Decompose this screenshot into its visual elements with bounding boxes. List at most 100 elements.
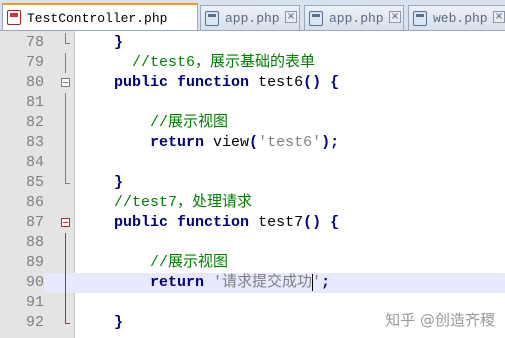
line-number: 78 (25, 34, 44, 51)
operator-token: ; (321, 274, 331, 291)
code-line[interactable]: 79 //test6，展示基础的表单 (0, 53, 505, 73)
code-text: public function test6() { (78, 73, 339, 93)
line-number: 84 (25, 154, 44, 171)
tab-label: app.php (329, 11, 384, 26)
php-file-icon (7, 10, 21, 25)
code-text: public function test7() { (78, 213, 339, 233)
keyword-token: return (150, 274, 205, 291)
line-number: 80 (25, 74, 44, 91)
code-line[interactable]: 89 //展示视图 (0, 253, 505, 273)
code-text: } (78, 33, 123, 53)
fold-guide (61, 173, 70, 193)
comment-token: //test7，处理请求 (114, 194, 253, 211)
code-line[interactable]: 88 (0, 233, 505, 253)
line-number: 81 (25, 94, 44, 111)
line-number: 87 (25, 214, 44, 231)
line-number: 91 (25, 294, 44, 311)
file-icon (205, 11, 219, 26)
operator-token: { (330, 74, 340, 91)
comment-token: //展示视图 (150, 254, 229, 271)
line-number: 86 (25, 194, 44, 211)
fold-guide (61, 33, 70, 53)
tab-label: web.php (433, 11, 488, 26)
operator-token: () (303, 214, 322, 231)
comment-token: //展示视图 (150, 114, 229, 131)
code-line[interactable]: 87 public function test7() { (0, 213, 505, 233)
tab-label: app.php (225, 11, 280, 26)
line-number: 88 (25, 234, 44, 251)
string-token: 'test6' (258, 134, 322, 151)
line-number: 79 (25, 54, 44, 71)
operator-token: () (303, 74, 322, 91)
code-text: return view('test6'); (78, 133, 339, 153)
fold-guide (61, 273, 70, 293)
code-line[interactable]: 82 //展示视图 (0, 113, 505, 133)
close-tab-icon[interactable]: × (493, 11, 505, 23)
string-token: ' (312, 274, 322, 291)
tab-testcontroller[interactable]: TestController.php (2, 3, 198, 30)
fold-toggle-icon[interactable] (61, 213, 70, 233)
code-text: //test6，展示基础的表单 (78, 53, 315, 73)
operator-token: } (114, 314, 124, 331)
line-number: 82 (25, 114, 44, 131)
fold-toggle-icon[interactable] (61, 73, 70, 93)
line-number: 89 (25, 254, 44, 271)
operator-token: { (330, 214, 340, 231)
code-line[interactable]: 81 (0, 93, 505, 113)
line-number: 85 (25, 174, 44, 191)
fold-guide (61, 133, 70, 153)
code-token: test6 (249, 74, 304, 91)
code-line[interactable]: 85 } (0, 173, 505, 193)
operator-token: } (114, 174, 124, 191)
keyword-token: public (114, 74, 169, 91)
fold-guide (61, 233, 70, 253)
file-icon (413, 11, 427, 26)
close-tab-icon[interactable]: × (285, 11, 297, 23)
code-text: //展示视图 (78, 113, 228, 133)
line-number: 90 (0, 273, 44, 293)
code-line[interactable]: 90 return '请求提交成功'; (0, 273, 505, 293)
code-line[interactable]: 83 return view('test6'); (0, 133, 505, 153)
comment-token: //test6，展示基础的表单 (132, 54, 316, 71)
code-text: } (78, 173, 123, 193)
tab-app-php-1[interactable]: app.php × (200, 5, 300, 30)
fold-guide (61, 53, 70, 73)
code-token: view (204, 134, 250, 151)
keyword-token: return (150, 134, 205, 151)
line-number: 92 (25, 314, 44, 331)
code-text: //展示视图 (78, 253, 228, 273)
fold-guide (61, 293, 70, 313)
code-editor[interactable]: 78 } 79 //test6，展示基础的表单 80 public function… (0, 31, 505, 338)
line-number: 83 (25, 134, 44, 151)
keyword-token: public (114, 214, 169, 231)
code-line[interactable]: 80 public function test6() { (0, 73, 505, 93)
operator-token: ( (249, 134, 259, 151)
operator-token: ); (321, 134, 340, 151)
string-token: '请求提交成功 (213, 274, 313, 291)
tab-app-php-2[interactable]: app.php × (304, 5, 404, 30)
file-icon (309, 11, 323, 26)
tab-bar: TestController.php app.php × app.php × w… (0, 0, 505, 31)
close-tab-icon[interactable]: × (389, 11, 401, 23)
code-line[interactable]: 84 (0, 153, 505, 173)
tab-web-php[interactable]: web.php × (408, 5, 505, 30)
code-line[interactable]: 86 //test7，处理请求 (0, 193, 505, 213)
operator-token: } (114, 34, 124, 51)
code-line[interactable]: 78 } (0, 33, 505, 53)
keyword-token: function (177, 214, 250, 231)
fold-guide (61, 253, 70, 273)
